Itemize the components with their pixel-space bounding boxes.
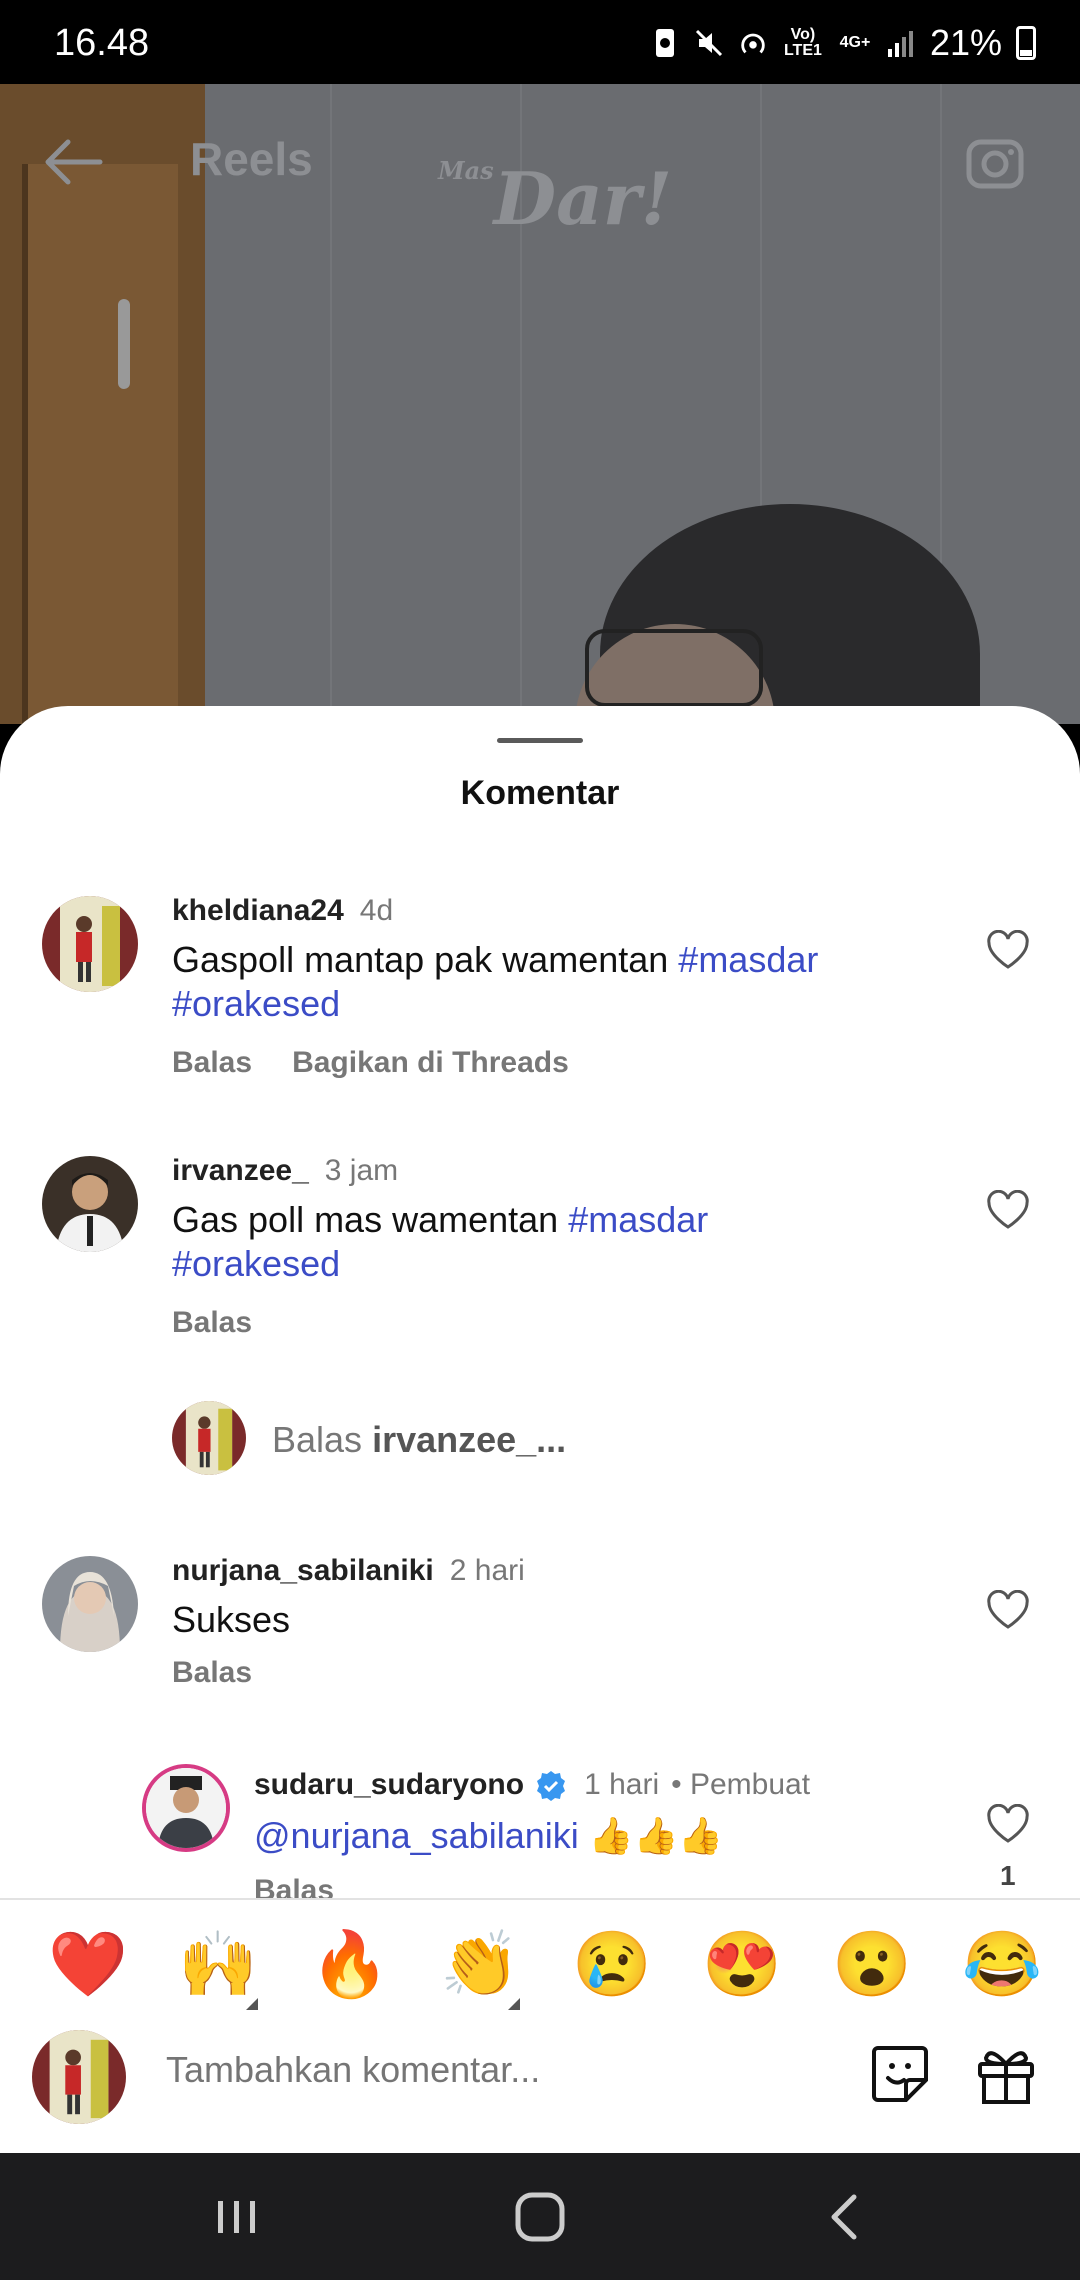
hashtag-link[interactable]: #orakesed [172,983,340,1024]
reel-video[interactable]: Reels MasDar! [0,84,1080,724]
comment-text: Gas poll mas wamentan #masdar #orakesed [172,1199,709,1284]
comment-time: 4d [359,894,394,927]
recent-apps-icon[interactable] [212,2189,262,2245]
like-count: 1 [1000,1860,1016,1891]
hashtag-link[interactable]: #orakesed [172,1243,340,1284]
comment-username[interactable]: sudaru_sudaryono 1 hari • Pembuat [254,1768,810,1803]
like-heart-icon[interactable] [986,930,1030,970]
emoji-fire[interactable]: 🔥 [310,1932,390,1996]
camera-icon[interactable] [965,132,1025,192]
status-bar: 16.48 Vo) LTE1 4G+ 21% [0,0,1080,84]
status-icons: Vo) LTE1 4G+ 21% [650,22,1036,64]
hotspot-icon [741,33,765,54]
volte-label: Vo) LTE1 [783,26,822,59]
sticker-icon[interactable] [868,2042,932,2106]
emoji-heart[interactable]: ❤️ [48,1932,128,1996]
battery-icon [1016,26,1036,60]
skin-tone-indicator [508,1998,520,2010]
comment-username[interactable]: nurjana_sabilaniki 2 hari [172,1554,525,1588]
reply-button[interactable]: Balas [172,1046,252,1079]
comment-time: 3 jam [324,1154,399,1187]
comment-text: Sukses [172,1599,291,1640]
comment-actions: Balas [172,1306,252,1340]
gift-icon[interactable] [974,2042,1038,2106]
own-avatar [32,2030,126,2124]
quick-emoji-bar: ❤️ 🙌 🔥 👏 😢 😍 😮 😂 [0,1898,1080,2032]
home-icon[interactable] [514,2189,566,2245]
emoji-laughing[interactable]: 😂 [962,1932,1042,1996]
comment-time: 1 hari [584,1768,660,1801]
like-heart-icon[interactable] [986,1590,1030,1630]
emoji-surprised[interactable]: 😮 [832,1932,912,1996]
reply-prompt-text: Balas irvanzee_... [272,1419,567,1460]
hashtag-link[interactable]: #masdar [568,1199,708,1240]
comment-username[interactable]: irvanzee_ 3 jam [172,1154,398,1188]
back-arrow-icon[interactable] [40,134,104,190]
avatar[interactable] [42,1156,138,1252]
reply-button[interactable]: Balas [172,1306,252,1339]
avatar[interactable] [42,896,138,992]
comment-actions: Balas Bagikan di Threads [172,1046,569,1080]
mention-link[interactable]: @nurjana_sabilaniki [254,1815,579,1856]
creator-avatar[interactable] [142,1764,230,1852]
battery-saver-icon [655,29,674,57]
sheet-title: Komentar [460,774,620,812]
avatar[interactable] [42,1556,138,1652]
comment-text: @nurjana_sabilaniki 👍👍👍 [254,1814,723,1858]
comment-username[interactable]: kheldiana24 4d [172,894,393,928]
emoji-heart-eyes[interactable]: 😍 [702,1932,782,1996]
status-time: 16.48 [54,22,150,64]
emoji-clapping[interactable]: 👏 [440,1932,520,1996]
signal-icon [887,31,913,57]
masdar-logo: MasDar! [438,156,673,241]
creator-label: • Pembuat [671,1768,811,1801]
avatar [172,1401,246,1475]
comment-text: Gaspoll mantap pak wamentan #masdar #orak… [172,939,819,1024]
comment-input[interactable] [164,2048,818,2092]
like-heart-icon[interactable] [986,1190,1030,1230]
sheet-drag-handle[interactable] [497,738,583,743]
network-label: 4G+ [839,34,871,51]
thumbs-up-emoji: 👍👍👍 [588,1815,724,1856]
hashtag-link[interactable]: #masdar [678,939,818,980]
system-nav-bar [0,2153,1080,2280]
battery-percent: 21% [929,22,1002,63]
like-heart-icon[interactable] [986,1804,1030,1844]
skin-tone-indicator [246,1998,258,2010]
back-icon[interactable] [820,2189,870,2245]
comment-input-bar [0,2030,1080,2153]
comment-actions: Balas [172,1656,252,1690]
emoji-raised-hands[interactable]: 🙌 [178,1932,258,1996]
share-threads-button[interactable]: Bagikan di Threads [292,1046,569,1079]
emoji-crying[interactable]: 😢 [572,1932,652,1996]
mute-icon [695,29,722,57]
comment-time: 2 hari [449,1554,525,1587]
verified-badge-icon [537,1771,566,1802]
reels-title: Reels [190,133,313,185]
reply-button[interactable]: Balas [172,1656,252,1689]
